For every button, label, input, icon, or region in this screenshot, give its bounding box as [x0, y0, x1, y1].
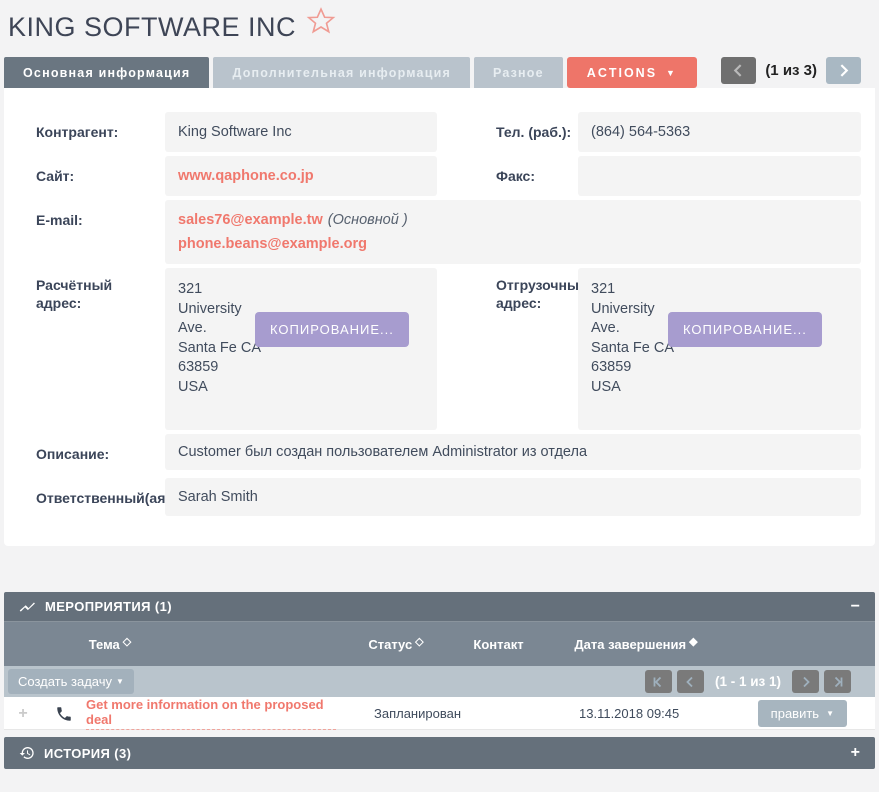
favorite-star-icon[interactable]	[306, 6, 336, 41]
edit-activity-button[interactable]: править ▼	[758, 700, 847, 727]
chevron-right-icon	[838, 64, 849, 77]
owner-value: Sarah Smith	[165, 478, 861, 516]
fax-value	[578, 156, 861, 196]
activities-header[interactable]: МЕРОПРИЯТИЯ (1) −	[4, 592, 875, 621]
detail-panel: Контрагент: King Software Inc Тел. (раб.…	[4, 88, 875, 546]
next-page-button[interactable]	[792, 670, 819, 693]
billing-address-text: 321 University Ave. Santa Fe CA 63859 US…	[178, 280, 261, 397]
previous-page-button[interactable]	[677, 670, 704, 693]
website-label: Сайт:	[18, 156, 165, 200]
shipping-address-value: 321 University Ave. Santa Fe CA 63859 US…	[578, 268, 861, 430]
account-name-value: King Software Inc	[165, 112, 437, 152]
shipping-address-text: 321 University Ave. Santa Fe CA 63859 US…	[591, 280, 674, 397]
caret-down-icon: ▼	[666, 68, 677, 78]
sort-icon: ◇	[415, 636, 423, 648]
last-page-icon	[832, 676, 844, 688]
phone-value: (864) 564-5363	[578, 112, 861, 152]
website-link[interactable]: www.qaphone.co.jp	[178, 168, 314, 184]
email-primary-note: (Основной )	[328, 212, 408, 228]
email-primary-line: sales76@example.tw (Основной )	[178, 212, 408, 228]
chevron-left-icon	[684, 676, 696, 688]
actions-button[interactable]: ACTIONS ▼	[567, 57, 697, 88]
actions-button-label: ACTIONS	[587, 66, 657, 80]
next-record-button[interactable]	[826, 57, 861, 84]
page-title: King Software Inc	[8, 12, 296, 43]
shipping-copy-button[interactable]: КОПИРОВАНИЕ...	[668, 312, 822, 347]
call-icon	[42, 705, 86, 723]
billing-copy-button[interactable]: КОПИРОВАНИЕ...	[255, 312, 409, 347]
expand-history-button[interactable]: +	[851, 745, 860, 761]
sort-active-icon: ◆	[689, 636, 697, 648]
history-title: ИСТОРИЯ (3)	[44, 746, 131, 761]
activity-due-date: 13.11.2018 09:45	[541, 706, 731, 721]
column-status[interactable]: Статус◇	[336, 637, 456, 652]
tab-basic-info[interactable]: Основная информация	[4, 57, 209, 88]
billing-address-value: 321 University Ave. Santa Fe CA 63859 US…	[165, 268, 437, 430]
activities-pager: (1 - 1 из 1)	[645, 670, 851, 693]
activities-toolbar: Создать задачу ▼ (1 - 1 из 1)	[4, 666, 875, 697]
row-add-icon[interactable]: +	[4, 705, 42, 723]
collapse-activities-button[interactable]: −	[851, 599, 860, 615]
account-detail-page: King Software Inc Основная информация До…	[0, 0, 879, 769]
column-contact: Контакт	[456, 637, 541, 652]
create-task-label: Создать задачу	[18, 674, 112, 689]
sort-icon: ◇	[123, 636, 131, 648]
first-page-button[interactable]	[645, 670, 672, 693]
owner-label: Ответственный(ая):	[18, 478, 165, 520]
shipping-address-label: Отгрузочный адрес:	[478, 268, 578, 434]
activities-title: МЕРОПРИЯТИЯ (1)	[45, 599, 172, 614]
tab-bar: Основная информация Дополнительная инфор…	[4, 57, 875, 88]
email-label: E-mail:	[18, 200, 165, 268]
activity-status: Запланирован	[336, 706, 456, 721]
history-panel: ИСТОРИЯ (3) +	[4, 737, 875, 769]
edit-button-label: править	[771, 706, 819, 721]
activity-subject-link[interactable]: Get more information on the proposed dea…	[86, 697, 336, 730]
chevron-left-icon	[733, 64, 744, 77]
title-row: King Software Inc	[4, 0, 875, 57]
tab-misc[interactable]: Разное	[474, 57, 563, 88]
activity-row: + Get more information on the proposed d…	[4, 697, 875, 730]
first-page-icon	[652, 676, 664, 688]
activities-column-headers: Тема◇ Статус◇ Контакт Дата завершения◆	[4, 621, 875, 666]
caret-down-icon: ▼	[116, 677, 124, 686]
tab-additional-info[interactable]: Дополнительная информация	[213, 57, 470, 88]
phone-label: Тел. (раб.):	[478, 112, 578, 156]
billing-address-label: Расчётный адрес:	[18, 268, 165, 434]
account-name-label: Контрагент:	[18, 112, 165, 156]
description-label: Описание:	[18, 434, 165, 478]
activities-pager-text: (1 - 1 из 1)	[715, 674, 781, 689]
activities-panel: МЕРОПРИЯТИЯ (1) − Тема◇ Статус◇ Контакт …	[4, 592, 875, 730]
column-subject[interactable]: Тема◇	[4, 637, 336, 652]
caret-down-icon: ▼	[826, 709, 834, 718]
last-page-button[interactable]	[824, 670, 851, 693]
history-header[interactable]: ИСТОРИЯ (3) +	[4, 737, 875, 769]
create-task-button[interactable]: Создать задачу ▼	[8, 669, 134, 694]
previous-record-button[interactable]	[721, 57, 756, 84]
email-secondary-link[interactable]: phone.beans@example.org	[178, 236, 367, 252]
chevron-right-icon	[800, 676, 812, 688]
fax-label: Факс:	[478, 156, 578, 200]
activity-chart-icon	[19, 600, 36, 614]
email-value: sales76@example.tw (Основной ) phone.bean…	[165, 200, 861, 264]
record-pager: (1 из 3)	[721, 57, 861, 88]
column-due-date[interactable]: Дата завершения◆	[541, 637, 731, 652]
record-pager-text: (1 из 3)	[765, 62, 817, 79]
description-value: Customer был создан пользователем Admini…	[165, 434, 861, 470]
email-primary-link[interactable]: sales76@example.tw	[178, 212, 323, 228]
history-icon	[19, 745, 35, 761]
